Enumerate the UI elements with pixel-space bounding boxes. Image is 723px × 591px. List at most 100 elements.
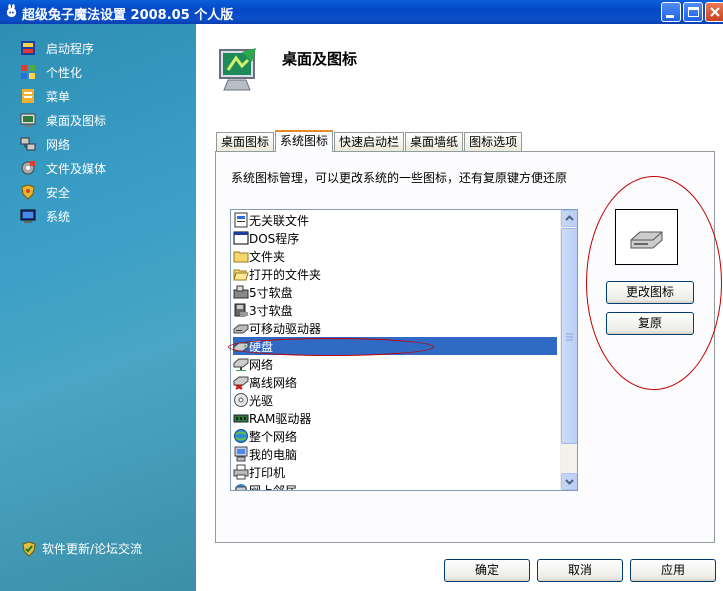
- floppy-3-icon: [234, 303, 248, 317]
- tab-icon-options[interactable]: 图标选项: [464, 132, 523, 152]
- list-item-label: 光驱: [249, 393, 274, 408]
- tab-wallpaper[interactable]: 桌面墙纸: [405, 132, 464, 152]
- tab-bar: 桌面图标 系统图标 快速启动栏 桌面墙纸 图标选项: [216, 130, 523, 152]
- sidebar-item-label: 安全: [46, 185, 71, 200]
- list-item[interactable]: 离线网络: [233, 373, 557, 391]
- sidebar-item-desktop[interactable]: 桌面及图标: [20, 110, 106, 130]
- sidebar-item-media[interactable]: 文件及媒体: [20, 158, 106, 178]
- scroll-thumb[interactable]: [561, 228, 577, 444]
- window-title: 超级兔子魔法设置 2008.05 个人版: [22, 8, 234, 23]
- sidebar: 启动程序 个性化 菜单 桌面及图标 网络 文件及媒体 安全 系统 软件更新/论坛…: [0, 24, 196, 591]
- sidebar-item-label: 菜单: [46, 89, 71, 104]
- list-item[interactable]: 5寸软盘: [233, 283, 557, 301]
- tab-system-icons[interactable]: 系统图标: [275, 130, 334, 152]
- list-item-selected[interactable]: 硬盘: [233, 337, 557, 355]
- desktop-monitor-icon: [219, 48, 256, 91]
- personalize-icon: [21, 65, 35, 79]
- update-forum-link[interactable]: 软件更新/论坛交流: [22, 540, 142, 557]
- list-item[interactable]: 网上邻居: [233, 481, 557, 491]
- folder-icon: [233, 251, 249, 263]
- minimize-button[interactable]: [661, 2, 681, 22]
- change-icon-button[interactable]: 更改图标: [606, 281, 694, 304]
- list-item[interactable]: 我的电脑: [233, 445, 557, 463]
- unknown-file-icon: [234, 212, 248, 228]
- close-icon: [710, 7, 720, 17]
- list-item-label: RAM驱动器: [249, 411, 312, 426]
- network-icon: [20, 137, 36, 151]
- tab-desktop-icons[interactable]: 桌面图标: [216, 132, 275, 152]
- network-drive-icon: [233, 358, 249, 371]
- maximize-button[interactable]: [683, 2, 703, 22]
- list-item-label: 3寸软盘: [249, 303, 293, 318]
- list-item-label: 无关联文件: [249, 213, 310, 228]
- list-item[interactable]: 文件夹: [233, 247, 557, 265]
- list-item-label: 5寸软盘: [249, 285, 293, 300]
- sidebar-item-menu[interactable]: 菜单: [20, 86, 70, 106]
- list-item[interactable]: 无关联文件: [233, 211, 557, 229]
- cdrom-icon: [234, 393, 248, 407]
- shield-check-icon: [22, 540, 36, 557]
- open-folder-icon: [233, 269, 249, 281]
- list-item[interactable]: 网络: [233, 355, 557, 373]
- close-button[interactable]: [705, 2, 723, 22]
- list-item-label: 打印机: [249, 465, 286, 480]
- removable-drive-icon: [233, 324, 249, 334]
- list-item-label: 可移动驱动器: [249, 321, 322, 336]
- ok-button[interactable]: 确定: [444, 559, 530, 582]
- list-item[interactable]: 打开的文件夹: [233, 265, 557, 283]
- sidebar-item-startup[interactable]: 启动程序: [20, 38, 94, 58]
- list-item-label: 整个网络: [249, 429, 298, 444]
- minimize-icon: [666, 15, 674, 18]
- maximize-icon: [688, 7, 699, 17]
- printer-icon: [233, 464, 249, 480]
- update-link-label: 软件更新/论坛交流: [42, 542, 143, 556]
- system-icons-panel: 系统图标管理，可以更改系统的一些图标，还有复原键方便还原 无关联文件 DOS程序…: [215, 151, 722, 543]
- list-item[interactable]: 打印机: [233, 463, 557, 481]
- list-item-label: 我的电脑: [249, 447, 298, 462]
- sidebar-item-label: 文件及媒体: [46, 161, 107, 176]
- sidebar-item-label: 系统: [46, 209, 71, 224]
- sidebar-item-label: 个性化: [46, 65, 83, 80]
- chevron-up-icon: [565, 215, 574, 221]
- dos-program-icon: [233, 231, 249, 245]
- sidebar-item-network[interactable]: 网络: [20, 134, 70, 154]
- icon-preview: [615, 209, 678, 265]
- security-icon: [21, 184, 35, 200]
- cancel-button[interactable]: 取消: [537, 559, 623, 582]
- list-item-label: 文件夹: [249, 249, 286, 264]
- apply-button[interactable]: 应用: [630, 559, 716, 582]
- hard-disk-preview-icon: [630, 231, 663, 249]
- list-item-label: 硬盘: [249, 339, 274, 354]
- list-item-label: 网上邻居: [249, 483, 298, 491]
- vertical-scrollbar[interactable]: [560, 210, 577, 490]
- list-item-label: 离线网络: [249, 375, 298, 390]
- main-content: 桌面及图标 桌面图标 系统图标 快速启动栏 桌面墙纸 图标选项 系统图标管理，可…: [196, 24, 723, 591]
- list-item[interactable]: 3寸软盘: [233, 301, 557, 319]
- media-icon: [21, 161, 35, 175]
- sidebar-item-personalize[interactable]: 个性化: [20, 62, 82, 82]
- restore-button[interactable]: 复原: [606, 312, 694, 335]
- page-title: 桌面及图标: [282, 50, 358, 68]
- chevron-down-icon: [565, 479, 574, 485]
- panel-description: 系统图标管理，可以更改系统的一些图标，还有复原键方便还原: [231, 171, 568, 185]
- entire-network-icon: [234, 429, 248, 443]
- scroll-up-button[interactable]: [561, 210, 577, 227]
- hard-disk-icon: [233, 342, 249, 352]
- tab-quick-launch[interactable]: 快速启动栏: [334, 132, 405, 152]
- list-item[interactable]: 光驱: [233, 391, 557, 409]
- my-computer-icon: [234, 446, 248, 462]
- list-item[interactable]: RAM驱动器: [233, 409, 557, 427]
- list-item[interactable]: 整个网络: [233, 427, 557, 445]
- sidebar-item-system[interactable]: 系统: [20, 206, 70, 226]
- startup-icon: [21, 41, 35, 55]
- list-item[interactable]: 可移动驱动器: [233, 319, 557, 337]
- system-icon: [20, 209, 36, 223]
- sidebar-item-label: 启动程序: [46, 41, 95, 56]
- sidebar-item-security[interactable]: 安全: [20, 182, 70, 202]
- system-icon-list[interactable]: 无关联文件 DOS程序 文件夹 打开的文件夹 5寸软盘 3寸软盘 可移动驱动器 …: [230, 209, 578, 491]
- scroll-down-button[interactable]: [561, 473, 577, 490]
- title-bar: 超级兔子魔法设置 2008.05 个人版: [0, 0, 723, 24]
- network-places-icon: [235, 484, 247, 490]
- list-item[interactable]: DOS程序: [233, 229, 557, 247]
- menu-icon: [22, 89, 34, 103]
